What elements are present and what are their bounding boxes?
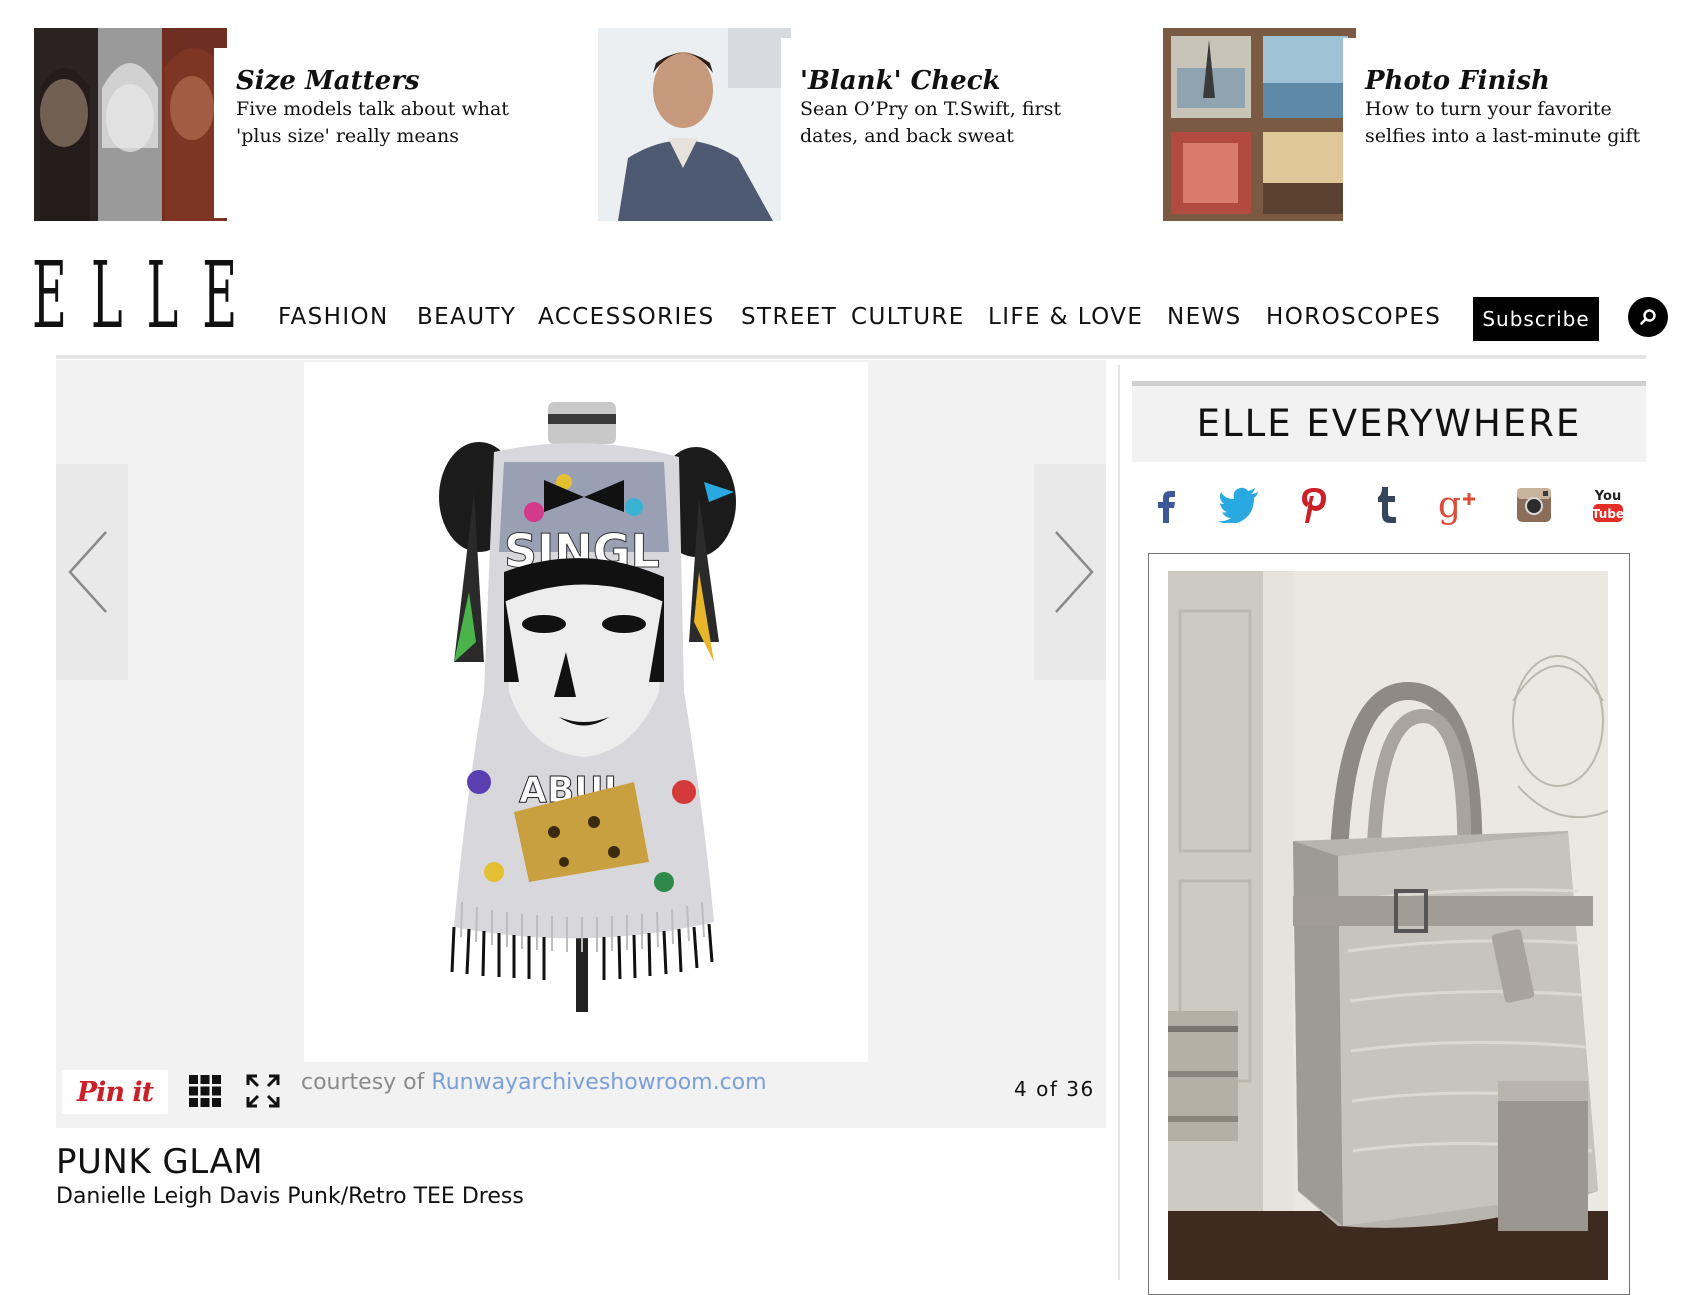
nav-accessories[interactable]: ACCESSORIES: [538, 304, 715, 330]
promo-desc-line: 'plus size' really means: [236, 125, 459, 147]
nav-street[interactable]: STREET: [741, 304, 837, 330]
ad-image-handbag[interactable]: [1168, 571, 1608, 1280]
promo-image-man[interactable]: [598, 28, 791, 221]
youtube-text-top: You: [1594, 489, 1621, 504]
expand-icon: [246, 1074, 280, 1108]
youtube-text-bottom: Tube: [1592, 507, 1624, 521]
promo-text[interactable]: Size Matters Five models talk about what…: [236, 66, 576, 150]
promo-desc-line: Sean O’Pry on T.Swift, first: [800, 98, 1061, 120]
elle-logo[interactable]: ELLE: [32, 250, 261, 342]
youtube-icon: You Tube: [1592, 489, 1624, 522]
facebook-icon: [1158, 491, 1175, 523]
promo-title[interactable]: Size Matters: [236, 66, 576, 96]
google-plus-link[interactable]: g: [1437, 482, 1483, 528]
gallery-top-divider: [56, 355, 1646, 359]
search-icon: [1640, 309, 1656, 325]
nav-culture[interactable]: CULTURE: [851, 304, 965, 330]
promo-desc-line: dates, and back sweat: [800, 125, 1014, 147]
slide-photo-dress[interactable]: SINGL ABUL: [304, 362, 868, 1062]
slide-title: PUNK GLAM: [56, 1142, 264, 1182]
svg-text:g: g: [1438, 485, 1461, 525]
promo-photo-finish[interactable]: Photo Finish How to turn your favorite s…: [1163, 28, 1663, 221]
promo-desc-line: How to turn your favorite: [1365, 98, 1612, 120]
photo-credit: courtesy of Runwayarchiveshowroom.com: [301, 1070, 767, 1095]
pin-it-label: Pin it: [76, 1076, 154, 1108]
credit-prefix: courtesy of: [301, 1070, 432, 1095]
facebook-link[interactable]: [1143, 482, 1189, 528]
subscribe-button[interactable]: Subscribe: [1473, 297, 1599, 341]
promo-title[interactable]: Photo Finish: [1365, 66, 1689, 96]
promo-text[interactable]: 'Blank' Check Sean O’Pry on T.Swift, fir…: [800, 66, 1140, 150]
pinterest-icon: [1302, 488, 1326, 523]
promo-image-models[interactable]: [34, 28, 227, 221]
grid-icon: [189, 1075, 221, 1107]
pinterest-link[interactable]: [1291, 482, 1337, 528]
chevron-right-icon: [1055, 531, 1094, 613]
nav-horoscopes[interactable]: HOROSCOPES: [1266, 304, 1441, 330]
tumblr-link[interactable]: [1364, 482, 1410, 528]
fullscreen-button[interactable]: [246, 1074, 280, 1108]
promo-text[interactable]: Photo Finish How to turn your favorite s…: [1365, 66, 1689, 150]
prev-slide-button[interactable]: [56, 464, 128, 680]
nav-beauty[interactable]: BEAUTY: [417, 304, 516, 330]
grid-view-button[interactable]: [188, 1074, 222, 1108]
credit-link[interactable]: Runwayarchiveshowroom.com: [431, 1070, 766, 1095]
instagram-icon: [1517, 488, 1551, 522]
slide-counter: 4 of 36: [1014, 1077, 1095, 1101]
nav-news[interactable]: NEWS: [1167, 304, 1242, 330]
promo-desc-line: selfies into a last-minute gift: [1365, 125, 1641, 147]
promo-blank-check[interactable]: 'Blank' Check Sean O’Pry on T.Swift, fir…: [598, 28, 1118, 221]
twitter-link[interactable]: [1216, 482, 1262, 528]
promo-title[interactable]: 'Blank' Check: [800, 66, 1140, 96]
twitter-icon: [1218, 487, 1258, 523]
nav-fashion[interactable]: FASHION: [278, 304, 389, 330]
chevron-left-icon: [68, 531, 107, 613]
elle-everywhere-title: ELLE EVERYWHERE: [1196, 402, 1582, 445]
tumblr-icon: [1378, 487, 1396, 523]
promo-image-coasters[interactable]: [1163, 28, 1356, 221]
instagram-link[interactable]: [1511, 482, 1557, 528]
promo-size-matters[interactable]: Size Matters Five models talk about what…: [34, 28, 554, 221]
google-plus-icon: g: [1438, 485, 1475, 525]
column-divider: [1118, 365, 1120, 1280]
promo-desc-line: Five models talk about what: [236, 98, 509, 120]
nav-life-and-love[interactable]: LIFE & LOVE: [988, 304, 1143, 330]
youtube-link[interactable]: You Tube: [1585, 482, 1631, 528]
search-button[interactable]: [1628, 297, 1668, 337]
slide-caption: Danielle Leigh Davis Punk/Retro TEE Dres…: [56, 1184, 524, 1209]
pin-it-button[interactable]: Pin it: [62, 1070, 168, 1114]
next-slide-button[interactable]: [1034, 464, 1106, 680]
elle-everywhere-header: ELLE EVERYWHERE: [1132, 381, 1646, 462]
